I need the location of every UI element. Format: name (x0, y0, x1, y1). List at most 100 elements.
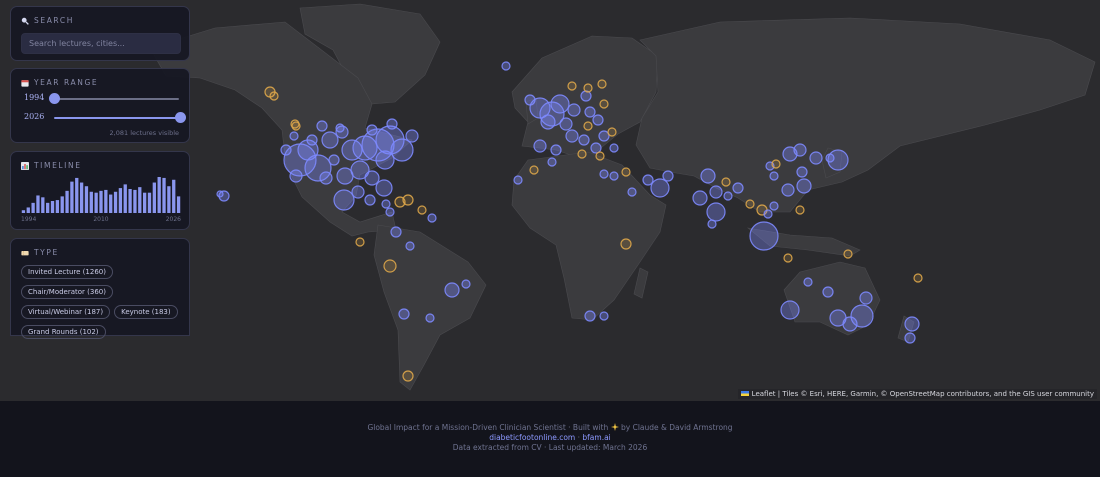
lecture-marker[interactable] (859, 291, 873, 305)
lecture-marker[interactable] (904, 316, 920, 332)
keynote-marker[interactable] (402, 194, 414, 206)
timeline-bar-1997[interactable] (36, 195, 40, 213)
lecture-marker[interactable] (627, 187, 637, 197)
timeline-bar-2020[interactable] (147, 192, 152, 213)
lecture-marker[interactable] (904, 332, 916, 344)
lecture-marker[interactable] (364, 170, 380, 186)
lecture-marker[interactable] (375, 179, 393, 197)
timeline-bar-2022[interactable] (157, 177, 161, 213)
keynote-marker[interactable] (583, 121, 593, 131)
lecture-marker[interactable] (584, 106, 596, 118)
lecture-marker[interactable] (289, 169, 303, 183)
keynote-marker[interactable] (597, 79, 607, 89)
keynote-marker[interactable] (583, 83, 593, 93)
chip-keynote[interactable]: Keynote (183) (114, 305, 178, 319)
lecture-marker[interactable] (706, 202, 726, 222)
lecture-marker[interactable] (599, 169, 609, 179)
keynote-marker[interactable] (595, 151, 605, 161)
timeline-bar-2014[interactable] (118, 188, 123, 213)
lecture-marker[interactable] (781, 183, 795, 197)
lecture-marker[interactable] (461, 279, 471, 289)
lecture-marker[interactable] (707, 219, 717, 229)
lecture-marker[interactable] (723, 191, 733, 201)
lecture-marker[interactable] (692, 190, 708, 206)
lecture-marker[interactable] (540, 114, 556, 130)
lecture-marker[interactable] (405, 129, 419, 143)
timeline-bar-1998[interactable] (41, 197, 45, 213)
lecture-marker[interactable] (335, 123, 345, 133)
timeline-bar-2009[interactable] (94, 192, 98, 213)
lecture-marker[interactable] (427, 213, 437, 223)
lecture-marker[interactable] (316, 120, 328, 132)
timeline-chart[interactable]: 1994 2010 2026 (21, 175, 181, 225)
lecture-marker[interactable] (732, 182, 744, 194)
lecture-marker[interactable] (650, 178, 670, 198)
lecture-marker[interactable] (425, 313, 435, 323)
lecture-marker[interactable] (749, 221, 779, 251)
chip-grand-rounds[interactable]: Grand Rounds (102) (21, 325, 106, 339)
timeline-bar-2012[interactable] (109, 194, 113, 213)
lecture-marker[interactable] (289, 131, 299, 141)
lecture-marker[interactable] (803, 277, 813, 287)
timeline-bar-2008[interactable] (89, 191, 93, 213)
timeline-bar-2016[interactable] (128, 189, 132, 213)
lecture-marker[interactable] (796, 178, 812, 194)
lecture-marker[interactable] (769, 171, 779, 181)
lecture-marker[interactable] (216, 190, 224, 198)
keynote-marker[interactable] (783, 253, 793, 263)
chip-chair-moderator[interactable]: Chair/Moderator (360) (21, 285, 113, 299)
timeline-bar-2026[interactable] (176, 196, 181, 213)
timeline-bar-2005[interactable] (75, 177, 79, 213)
keynote-marker[interactable] (577, 149, 587, 159)
timeline-bar-2006[interactable] (79, 182, 84, 213)
lecture-marker[interactable] (642, 174, 654, 186)
lecture-marker[interactable] (592, 114, 604, 126)
timeline-bar-2007[interactable] (84, 186, 89, 213)
lecture-marker[interactable] (578, 134, 590, 146)
keynote-marker[interactable] (599, 99, 609, 109)
timeline-bar-1995[interactable] (26, 207, 30, 213)
lecture-marker[interactable] (513, 175, 523, 185)
lecture-marker[interactable] (763, 209, 773, 219)
keynote-marker[interactable] (721, 177, 731, 187)
keynote-marker[interactable] (607, 127, 617, 137)
keynote-marker[interactable] (417, 205, 427, 215)
keynote-marker[interactable] (621, 167, 631, 177)
lecture-marker[interactable] (567, 103, 581, 117)
lecture-marker[interactable] (609, 143, 619, 153)
timeline-bar-2017[interactable] (133, 189, 137, 213)
timeline-bar-2019[interactable] (142, 192, 147, 213)
lecture-marker[interactable] (662, 170, 674, 182)
lecture-marker[interactable] (319, 171, 333, 185)
lecture-marker[interactable] (599, 311, 609, 321)
end-year-track[interactable] (54, 117, 179, 119)
link-diabeticfootonline[interactable]: diabeticfootonline.com (489, 433, 575, 442)
lecture-marker[interactable] (550, 144, 562, 156)
keynote-marker[interactable] (567, 81, 577, 91)
start-year-slider-handle[interactable] (49, 93, 60, 104)
lecture-marker[interactable] (769, 201, 779, 211)
keynote-marker[interactable] (402, 370, 414, 382)
lecture-marker[interactable] (700, 168, 716, 184)
timeline-bar-2015[interactable] (123, 184, 127, 213)
map-attribution[interactable]: Leaflet | Tiles © Esri, HERE, Garmin, © … (738, 389, 1097, 399)
keynote-marker[interactable] (795, 205, 805, 215)
timeline-bar-2023[interactable] (162, 177, 166, 213)
keynote-marker[interactable] (745, 199, 755, 209)
timeline-bar-2018[interactable] (138, 187, 142, 213)
link-bfam[interactable]: bfam.ai (582, 433, 610, 442)
lecture-marker[interactable] (524, 94, 536, 106)
lecture-marker[interactable] (850, 304, 874, 328)
lecture-marker[interactable] (336, 167, 354, 185)
timeline-bar-2004[interactable] (70, 181, 74, 213)
chip-virtual-webinar[interactable]: Virtual/Webinar (187) (21, 305, 111, 319)
lecture-marker[interactable] (364, 194, 376, 206)
lecture-marker[interactable] (405, 241, 415, 251)
timeline-bar-1994[interactable] (21, 210, 26, 213)
lecture-marker[interactable] (547, 157, 557, 167)
lecture-marker[interactable] (321, 131, 339, 149)
lecture-marker[interactable] (351, 185, 365, 199)
keynote-marker[interactable] (843, 249, 853, 259)
lecture-marker[interactable] (444, 282, 460, 298)
keynote-marker[interactable] (771, 159, 781, 169)
